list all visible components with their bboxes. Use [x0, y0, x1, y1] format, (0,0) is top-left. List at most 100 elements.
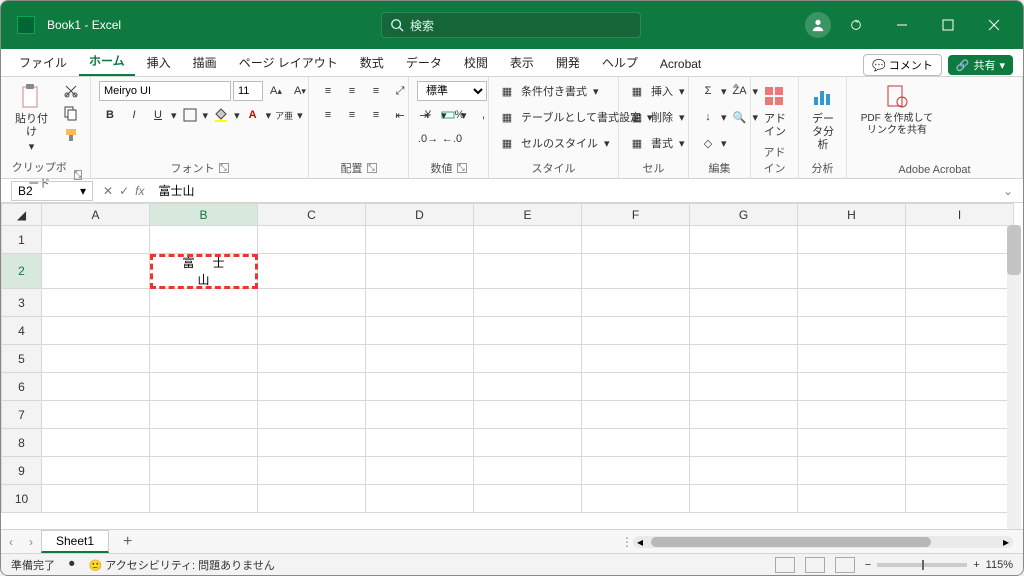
vertical-scrollbar[interactable]: [1007, 225, 1021, 529]
row-header[interactable]: 4: [2, 317, 42, 345]
conditional-formatting-button[interactable]: ▦条件付き書式 ▾: [497, 81, 601, 101]
row-header[interactable]: 10: [2, 485, 42, 513]
zoom-level[interactable]: 115%: [986, 559, 1013, 571]
select-all-corner[interactable]: ◢: [2, 204, 42, 226]
increase-font-button[interactable]: A▴: [265, 81, 287, 101]
account-icon[interactable]: [805, 12, 831, 38]
paste-button[interactable]: 貼り付け ▾: [9, 81, 54, 157]
autosum-button[interactable]: Σ: [697, 81, 719, 101]
accessibility-status[interactable]: 🙂 アクセシビリティ: 問題ありません: [89, 557, 275, 573]
tab-help[interactable]: ヘルプ: [592, 49, 648, 76]
cancel-formula-button[interactable]: ✕: [103, 184, 113, 198]
underline-button[interactable]: U: [147, 105, 169, 125]
cut-button[interactable]: [60, 81, 82, 101]
cell-b2[interactable]: 富士山: [150, 254, 258, 289]
align-dialog-icon[interactable]: ⤡: [367, 163, 377, 173]
font-size-select[interactable]: [233, 81, 263, 101]
row-header[interactable]: 2: [2, 254, 42, 289]
align-left-button[interactable]: ≡: [317, 105, 339, 125]
fill-color-button[interactable]: [210, 105, 232, 125]
align-center-button[interactable]: ≡: [341, 105, 363, 125]
row-header[interactable]: 9: [2, 457, 42, 485]
zoom-out-button[interactable]: −: [865, 559, 871, 571]
decrease-font-button[interactable]: A▾: [289, 81, 311, 101]
horizontal-scrollbar[interactable]: ◂▸: [633, 536, 1013, 548]
clear-button[interactable]: ◇: [697, 133, 719, 153]
italic-button[interactable]: I: [123, 105, 145, 125]
normal-view-button[interactable]: [775, 557, 795, 573]
search-box[interactable]: 検索: [381, 12, 641, 38]
name-box[interactable]: B2▾: [11, 181, 93, 201]
enter-formula-button[interactable]: ✓: [119, 184, 129, 198]
font-name-select[interactable]: [99, 81, 231, 101]
insert-cells-button[interactable]: ▦挿入 ▾: [627, 81, 687, 101]
row-header[interactable]: 1: [2, 226, 42, 254]
col-header[interactable]: E: [474, 204, 582, 226]
tab-review[interactable]: 校閲: [454, 49, 498, 76]
formula-input[interactable]: 富士山: [150, 182, 992, 199]
indent-dec-button[interactable]: ⇤: [389, 105, 411, 125]
col-header[interactable]: I: [906, 204, 1014, 226]
tab-acrobat[interactable]: Acrobat: [650, 52, 711, 76]
phonetic-button[interactable]: ア亜: [273, 105, 295, 125]
bold-button[interactable]: B: [99, 105, 121, 125]
col-header[interactable]: A: [42, 204, 150, 226]
border-button[interactable]: [179, 105, 201, 125]
zoom-control[interactable]: − + 115%: [865, 559, 1013, 571]
row-header[interactable]: 3: [2, 289, 42, 317]
zoom-slider[interactable]: [877, 563, 967, 567]
format-painter-button[interactable]: [60, 125, 82, 145]
col-header[interactable]: B: [150, 204, 258, 226]
share-button[interactable]: 🔗 共有 ▾: [948, 55, 1013, 75]
col-header[interactable]: G: [690, 204, 798, 226]
tab-developer[interactable]: 開発: [546, 49, 590, 76]
tab-draw[interactable]: 描画: [183, 49, 227, 76]
tab-data[interactable]: データ: [396, 49, 452, 76]
dec-decimal-button[interactable]: ←.0: [441, 129, 463, 149]
tab-home[interactable]: ホーム: [79, 47, 135, 76]
row-header[interactable]: 7: [2, 401, 42, 429]
page-layout-view-button[interactable]: [805, 557, 825, 573]
macro-rec-icon[interactable]: ⏺: [69, 558, 75, 571]
cell-styles-button[interactable]: ▦セルのスタイル ▾: [497, 133, 612, 153]
copy-button[interactable]: [60, 103, 82, 123]
sort-filter-button[interactable]: ẐA: [729, 81, 751, 101]
col-header[interactable]: H: [798, 204, 906, 226]
row-header[interactable]: 5: [2, 345, 42, 373]
align-right-button[interactable]: ≡: [365, 105, 387, 125]
sheet-nav-next[interactable]: ›: [21, 535, 41, 549]
tab-view[interactable]: 表示: [500, 49, 544, 76]
row-header[interactable]: 6: [2, 373, 42, 401]
sheet-tab[interactable]: Sheet1: [41, 530, 109, 553]
fill-button[interactable]: ↓: [697, 107, 719, 127]
col-header[interactable]: D: [366, 204, 474, 226]
expand-formula-icon[interactable]: ⌄: [993, 184, 1023, 198]
number-dialog-icon[interactable]: ⤡: [457, 163, 467, 173]
tab-file[interactable]: ファイル: [9, 49, 77, 76]
align-middle-button[interactable]: ≡: [341, 81, 363, 101]
font-color-button[interactable]: A: [242, 105, 264, 125]
minimize-button[interactable]: [881, 9, 923, 41]
page-break-view-button[interactable]: [835, 557, 855, 573]
data-analysis-button[interactable]: データ分析: [807, 81, 839, 155]
tab-formulas[interactable]: 数式: [350, 49, 394, 76]
row-header[interactable]: 8: [2, 429, 42, 457]
add-sheet-button[interactable]: +: [109, 533, 146, 551]
fx-button[interactable]: fx: [135, 184, 144, 198]
sheet-nav-prev[interactable]: ‹: [1, 535, 21, 549]
close-button[interactable]: [973, 9, 1015, 41]
number-format-select[interactable]: 標準: [417, 81, 487, 101]
tab-pagelayout[interactable]: ページ レイアウト: [229, 49, 348, 76]
delete-cells-button[interactable]: ▦削除 ▾: [627, 107, 687, 127]
help-icon[interactable]: [835, 9, 877, 41]
align-top-button[interactable]: ≡: [317, 81, 339, 101]
font-dialog-icon[interactable]: ⤡: [219, 163, 229, 173]
maximize-button[interactable]: [927, 9, 969, 41]
align-bottom-button[interactable]: ≡: [365, 81, 387, 101]
inc-decimal-button[interactable]: .0→: [417, 129, 439, 149]
create-pdf-button[interactable]: PDF を作成してリンクを共有: [855, 81, 939, 139]
col-header[interactable]: C: [258, 204, 366, 226]
worksheet-grid[interactable]: ◢ A B C D E F G H I 1 2 富士山 3 4 5 6 7 8 9: [1, 203, 1023, 529]
percent-button[interactable]: %: [449, 105, 471, 125]
col-header[interactable]: F: [582, 204, 690, 226]
